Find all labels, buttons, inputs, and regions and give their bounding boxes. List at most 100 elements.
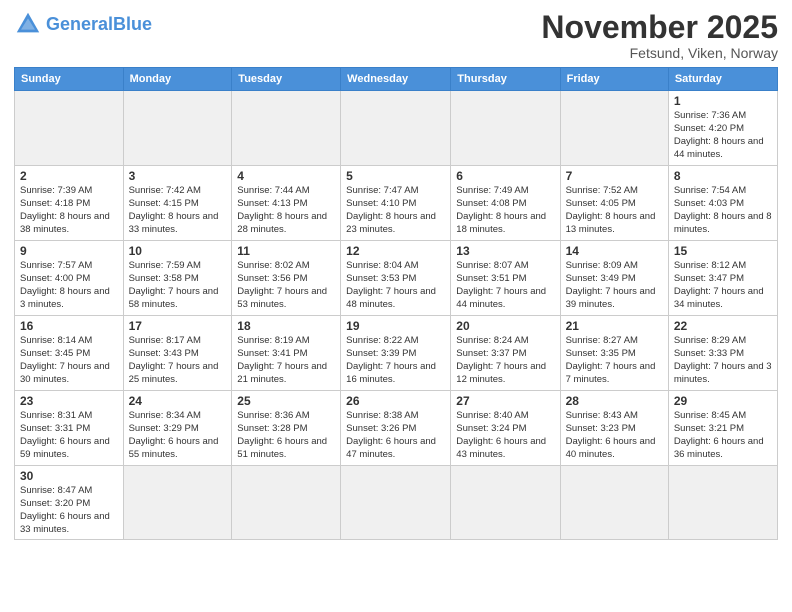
day-number: 8 [674,169,772,183]
calendar-header-saturday: Saturday [668,68,777,91]
day-info: Sunrise: 8:36 AM Sunset: 3:28 PM Dayligh… [237,410,335,461]
day-number: 30 [20,469,118,483]
logo-blue: Blue [113,14,152,34]
calendar-cell [560,466,668,540]
calendar-cell [123,91,232,166]
day-info: Sunrise: 8:40 AM Sunset: 3:24 PM Dayligh… [456,410,554,461]
day-info: Sunrise: 8:29 AM Sunset: 3:33 PM Dayligh… [674,335,772,386]
calendar-week-row: 2 Sunrise: 7:39 AM Sunset: 4:18 PM Daylig… [15,166,778,241]
calendar-cell [560,91,668,166]
calendar-cell [451,91,560,166]
day-number: 20 [456,319,554,333]
calendar-header-thursday: Thursday [451,68,560,91]
calendar-cell: 18Sunrise: 8:19 AM Sunset: 3:41 PM Dayli… [232,316,341,391]
day-info: Sunrise: 8:14 AM Sunset: 3:45 PM Dayligh… [20,335,118,386]
day-info: Sunrise: 8:12 AM Sunset: 3:47 PM Dayligh… [674,260,772,311]
calendar-cell: 5 Sunrise: 7:47 AM Sunset: 4:10 PM Daylig… [341,166,451,241]
calendar-week-row: 1Sunrise: 7:36 AM Sunset: 4:20 PM Daylig… [15,91,778,166]
day-info: Sunrise: 7:47 AM Sunset: 4:10 PM Dayligh… [346,185,445,236]
calendar-cell [15,91,124,166]
day-info: Sunrise: 8:19 AM Sunset: 3:41 PM Dayligh… [237,335,335,386]
day-info: Sunrise: 8:34 AM Sunset: 3:29 PM Dayligh… [129,410,227,461]
day-number: 3 [129,169,227,183]
calendar-week-row: 16Sunrise: 8:14 AM Sunset: 3:45 PM Dayli… [15,316,778,391]
day-info: Sunrise: 7:42 AM Sunset: 4:15 PM Dayligh… [129,185,227,236]
day-info: Sunrise: 8:45 AM Sunset: 3:21 PM Dayligh… [674,410,772,461]
calendar-cell: 24 Sunrise: 8:34 AM Sunset: 3:29 PM Dayli… [123,391,232,466]
day-number: 28 [566,394,663,408]
calendar-week-row: 30 Sunrise: 8:47 AM Sunset: 3:20 PM Dayli… [15,466,778,540]
calendar-cell: 3 Sunrise: 7:42 AM Sunset: 4:15 PM Daylig… [123,166,232,241]
day-number: 17 [129,319,227,333]
day-number: 2 [20,169,118,183]
calendar-cell [668,466,777,540]
calendar-cell: 16Sunrise: 8:14 AM Sunset: 3:45 PM Dayli… [15,316,124,391]
day-number: 24 [129,394,227,408]
calendar-header-row: SundayMondayTuesdayWednesdayThursdayFrid… [15,68,778,91]
calendar-cell: 29 Sunrise: 8:45 AM Sunset: 3:21 PM Dayli… [668,391,777,466]
day-info: Sunrise: 8:09 AM Sunset: 3:49 PM Dayligh… [566,260,663,311]
day-number: 27 [456,394,554,408]
day-number: 11 [237,244,335,258]
calendar-cell: 22Sunrise: 8:29 AM Sunset: 3:33 PM Dayli… [668,316,777,391]
day-number: 19 [346,319,445,333]
logo: GeneralBlue [14,10,152,38]
day-info: Sunrise: 7:36 AM Sunset: 4:20 PM Dayligh… [674,110,772,161]
calendar-cell: 26 Sunrise: 8:38 AM Sunset: 3:26 PM Dayli… [341,391,451,466]
day-info: Sunrise: 7:49 AM Sunset: 4:08 PM Dayligh… [456,185,554,236]
day-info: Sunrise: 7:52 AM Sunset: 4:05 PM Dayligh… [566,185,663,236]
day-number: 5 [346,169,445,183]
day-info: Sunrise: 8:27 AM Sunset: 3:35 PM Dayligh… [566,335,663,386]
calendar-cell: 14 Sunrise: 8:09 AM Sunset: 3:49 PM Dayli… [560,241,668,316]
day-number: 10 [129,244,227,258]
day-number: 13 [456,244,554,258]
day-number: 26 [346,394,445,408]
calendar-cell: 10 Sunrise: 7:59 AM Sunset: 3:58 PM Dayli… [123,241,232,316]
calendar-cell: 21Sunrise: 8:27 AM Sunset: 3:35 PM Dayli… [560,316,668,391]
calendar-cell: 28 Sunrise: 8:43 AM Sunset: 3:23 PM Dayli… [560,391,668,466]
calendar-cell [341,91,451,166]
day-info: Sunrise: 8:47 AM Sunset: 3:20 PM Dayligh… [20,485,118,536]
logo-text: GeneralBlue [46,15,152,33]
day-number: 25 [237,394,335,408]
header: GeneralBlue November 2025 Fetsund, Viken… [14,10,778,61]
day-info: Sunrise: 8:02 AM Sunset: 3:56 PM Dayligh… [237,260,335,311]
calendar-cell: 9Sunrise: 7:57 AM Sunset: 4:00 PM Daylig… [15,241,124,316]
day-info: Sunrise: 8:31 AM Sunset: 3:31 PM Dayligh… [20,410,118,461]
calendar-week-row: 23 Sunrise: 8:31 AM Sunset: 3:31 PM Dayli… [15,391,778,466]
day-info: Sunrise: 7:59 AM Sunset: 3:58 PM Dayligh… [129,260,227,311]
calendar-cell: 6 Sunrise: 7:49 AM Sunset: 4:08 PM Daylig… [451,166,560,241]
day-info: Sunrise: 8:38 AM Sunset: 3:26 PM Dayligh… [346,410,445,461]
calendar-cell: 7 Sunrise: 7:52 AM Sunset: 4:05 PM Daylig… [560,166,668,241]
day-number: 7 [566,169,663,183]
month-title: November 2025 [541,10,778,45]
calendar-table: SundayMondayTuesdayWednesdayThursdayFrid… [14,67,778,540]
day-number: 4 [237,169,335,183]
calendar-cell: 19Sunrise: 8:22 AM Sunset: 3:39 PM Dayli… [341,316,451,391]
calendar-cell: 25 Sunrise: 8:36 AM Sunset: 3:28 PM Dayli… [232,391,341,466]
day-info: Sunrise: 8:43 AM Sunset: 3:23 PM Dayligh… [566,410,663,461]
day-info: Sunrise: 7:39 AM Sunset: 4:18 PM Dayligh… [20,185,118,236]
calendar-cell [123,466,232,540]
day-number: 6 [456,169,554,183]
day-info: Sunrise: 7:54 AM Sunset: 4:03 PM Dayligh… [674,185,772,236]
calendar-cell: 23 Sunrise: 8:31 AM Sunset: 3:31 PM Dayli… [15,391,124,466]
day-number: 29 [674,394,772,408]
day-number: 15 [674,244,772,258]
calendar-header-friday: Friday [560,68,668,91]
day-info: Sunrise: 8:04 AM Sunset: 3:53 PM Dayligh… [346,260,445,311]
calendar-cell: 1Sunrise: 7:36 AM Sunset: 4:20 PM Daylig… [668,91,777,166]
calendar-cell: 17 Sunrise: 8:17 AM Sunset: 3:43 PM Dayli… [123,316,232,391]
day-number: 23 [20,394,118,408]
day-info: Sunrise: 8:17 AM Sunset: 3:43 PM Dayligh… [129,335,227,386]
calendar-header-tuesday: Tuesday [232,68,341,91]
day-number: 12 [346,244,445,258]
day-info: Sunrise: 7:57 AM Sunset: 4:00 PM Dayligh… [20,260,118,311]
logo-icon [14,10,42,38]
calendar-cell [232,466,341,540]
title-block: November 2025 Fetsund, Viken, Norway [541,10,778,61]
calendar-cell [451,466,560,540]
calendar-cell: 30 Sunrise: 8:47 AM Sunset: 3:20 PM Dayli… [15,466,124,540]
calendar-cell: 12 Sunrise: 8:04 AM Sunset: 3:53 PM Dayli… [341,241,451,316]
day-number: 14 [566,244,663,258]
